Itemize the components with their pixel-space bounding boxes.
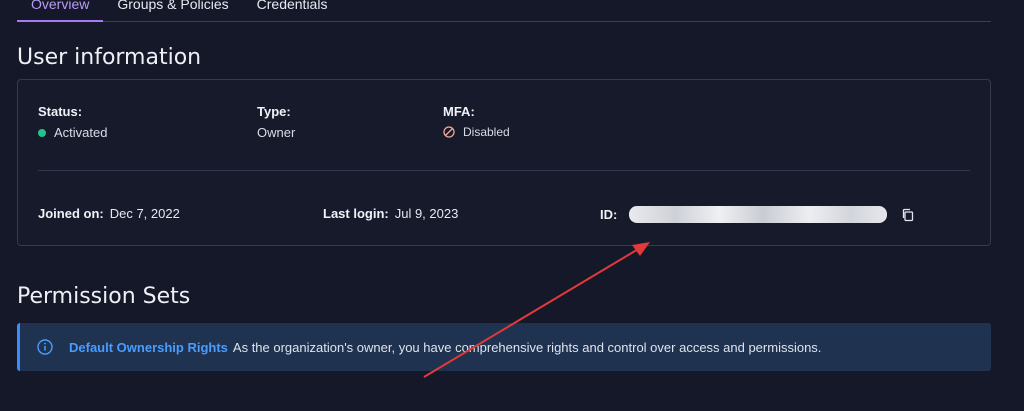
joined-field: Joined on: Dec 7, 2022 <box>38 206 180 221</box>
status-label: Status: <box>38 104 83 119</box>
mfa-label: MFA: <box>443 104 475 119</box>
id-label: ID: <box>600 207 618 222</box>
mfa-value: Disabled <box>463 125 510 139</box>
ban-icon <box>443 126 455 138</box>
joined-label: Joined on: <box>38 206 104 221</box>
tab-groups-policies[interactable]: Groups & Policies <box>103 0 242 19</box>
card-divider <box>38 170 970 171</box>
status-field: Status: Activated <box>38 104 107 140</box>
status-value: Activated <box>54 125 108 140</box>
last-login-label: Last login: <box>323 206 389 221</box>
type-field: Type: Owner <box>257 104 295 140</box>
info-icon <box>37 339 53 355</box>
tab-bar: Overview Groups & Policies Credentials <box>17 0 991 22</box>
ownership-info-banner: Default Ownership Rights As the organiza… <box>17 323 991 371</box>
type-value: Owner <box>257 125 296 140</box>
user-information-title: User information <box>17 45 202 70</box>
last-login-field: Last login: Jul 9, 2023 <box>323 206 458 221</box>
permission-sets-title: Permission Sets <box>17 284 191 309</box>
mfa-field: MFA: Disabled <box>443 104 510 139</box>
last-login-value: Jul 9, 2023 <box>394 206 459 221</box>
banner-title: Default Ownership Rights <box>69 339 228 355</box>
tab-overview[interactable]: Overview <box>17 0 104 22</box>
type-label: Type: <box>257 104 291 119</box>
user-detail-page: Overview Groups & Policies Credentials U… <box>0 0 1024 411</box>
joined-value: Dec 7, 2022 <box>109 206 180 221</box>
status-dot-icon <box>38 128 46 137</box>
tab-credentials[interactable]: Credentials <box>243 0 342 19</box>
id-field: ID: <box>600 206 915 223</box>
user-information-card: Status: Activated Type: Owner MFA: Disab… <box>17 79 991 246</box>
id-value-redacted <box>629 206 888 223</box>
copy-icon[interactable] <box>901 208 915 222</box>
banner-text: As the organization's owner, you have co… <box>232 339 822 355</box>
